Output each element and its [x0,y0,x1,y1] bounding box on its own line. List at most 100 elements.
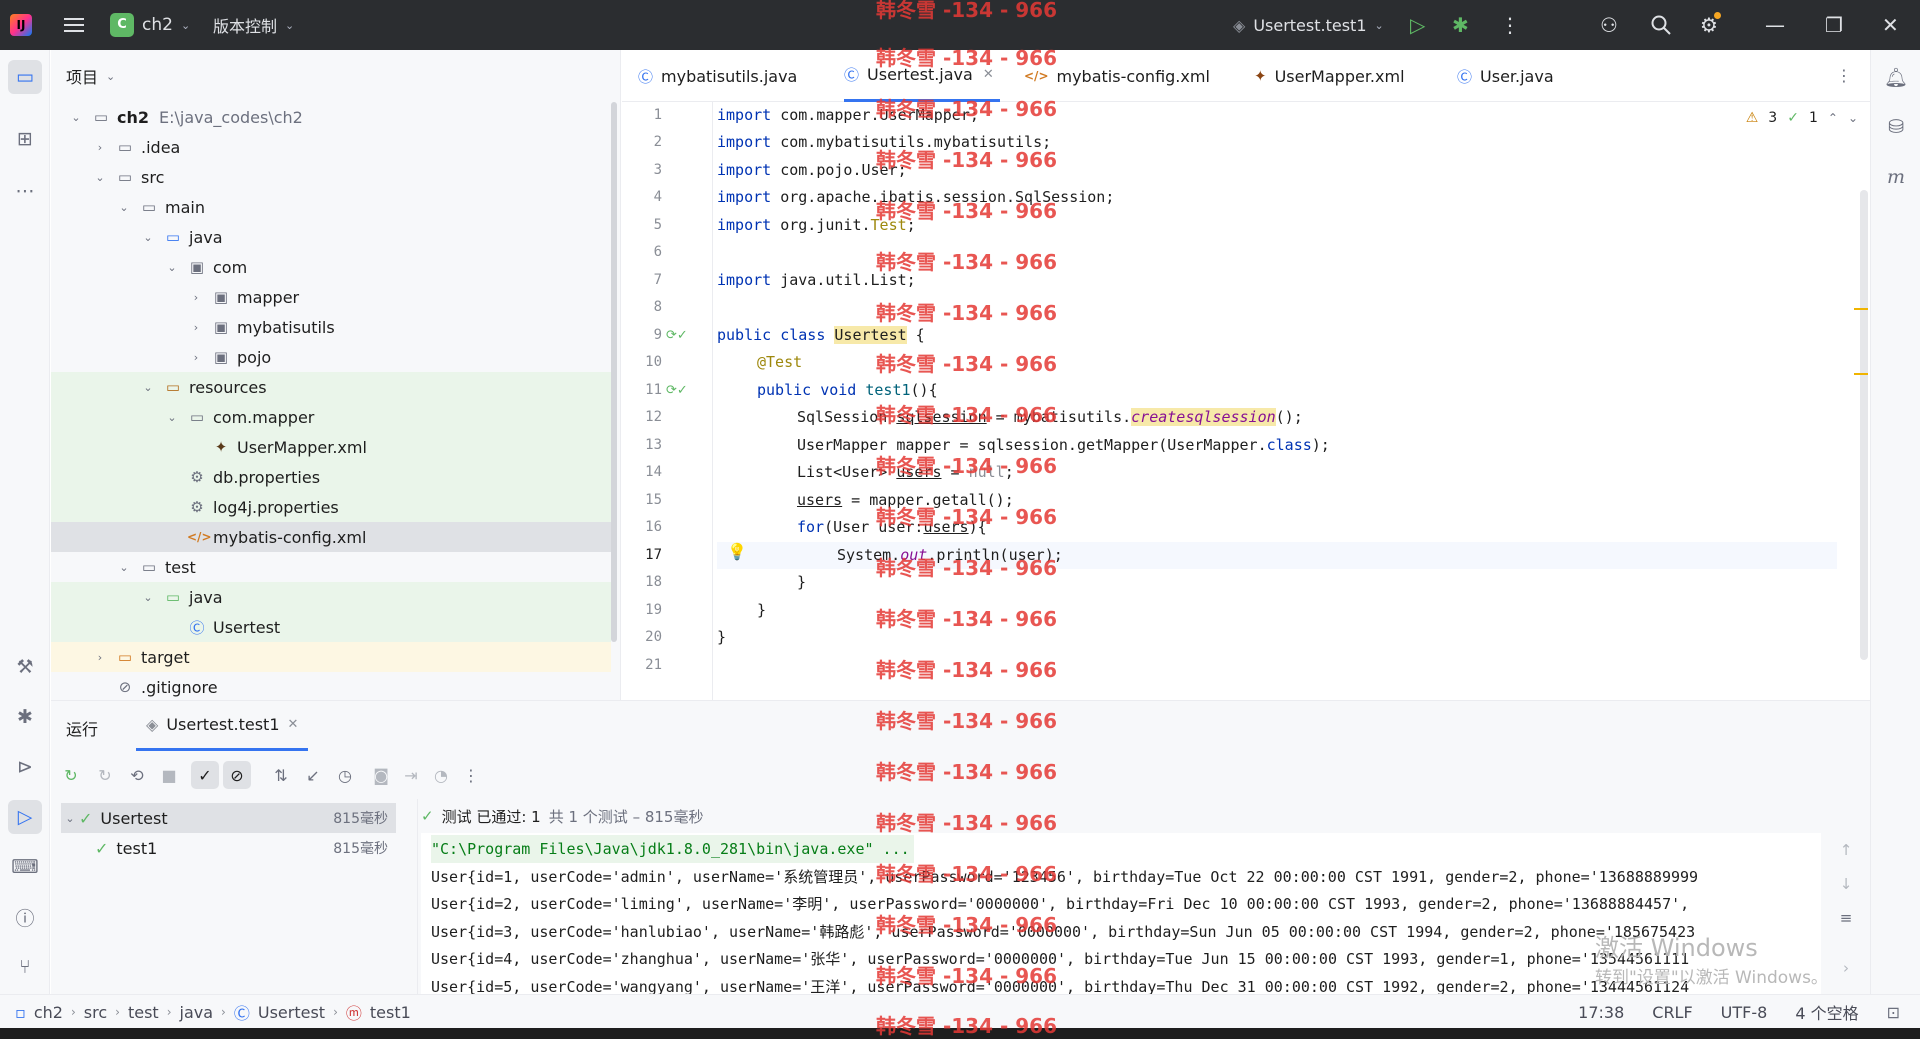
import-tests-button[interactable]: ↙ [299,761,327,789]
run-tool-button[interactable]: ▷ [8,800,42,834]
build-tool-button[interactable]: ⚒ [8,650,42,684]
breadcrumb-item[interactable]: ch2 [34,1003,63,1022]
tree-item-main[interactable]: ⌄ ▭ main [51,192,611,222]
history-button[interactable]: ◷ [331,761,359,789]
search-everywhere-button[interactable] [1650,0,1672,50]
close-tab-icon[interactable]: ✕ [288,717,299,732]
arrow-up-icon[interactable]: ↑ [1840,841,1853,859]
chevron-down-icon[interactable]: ⌄ [1848,111,1858,125]
terminal-tool-button[interactable]: ⌨ [8,850,42,884]
chevron-right-icon[interactable]: › [1843,959,1849,977]
arrow-down-icon[interactable]: ↓ [1840,875,1853,893]
tree-item-java[interactable]: ⌄ ▭ java [51,222,611,252]
problems-tool-button[interactable]: ⓘ [8,900,42,934]
tabs-menu-button[interactable]: ⋮ [1836,66,1852,85]
tree-item-src[interactable]: ⌄ ▭ src [51,162,611,192]
tree-item-resources[interactable]: ⌄ ▭ resources [51,372,611,402]
chevron-up-icon[interactable]: ⌃ [1828,111,1838,125]
project-scrollbar[interactable] [611,102,617,642]
tree-item-com[interactable]: ⌄ ▣ com [51,252,611,282]
tab-usertest-java[interactable]: Ⓒ Usertest.java ✕ [844,50,1000,102]
tab-usermapper-xml[interactable]: ✦ UserMapper.xml [1254,50,1405,102]
breadcrumb-item[interactable]: test1 [370,1003,411,1022]
breadcrumb-item[interactable]: java [180,1003,214,1022]
tree-item-gitignore[interactable]: ⊘ .gitignore [51,672,611,700]
tree-item-mybatis-config-xml[interactable]: </> mybatis-config.xml [51,522,611,552]
breadcrumb-item[interactable]: src [84,1003,107,1022]
line-separator[interactable]: CRLF [1652,1003,1692,1022]
show-passed-button[interactable]: ✓ [191,761,219,789]
console-output[interactable]: "C:\Program Files\Java\jdk1.8.0_281\bin\… [421,833,1821,995]
tree-item-test[interactable]: ⌄ ▭ test [51,552,611,582]
screenshot-button[interactable]: ◙ [367,761,395,789]
close-button[interactable]: ✕ [1882,0,1899,50]
lock-icon[interactable]: ⊡ [1887,1003,1900,1022]
tree-item-usermapper-xml[interactable]: ✦ UserMapper.xml [51,432,611,462]
breadcrumb-item[interactable]: test [128,1003,159,1022]
rerun-button[interactable]: ↻ [57,761,85,789]
tree-item-mapper[interactable]: › ▣ mapper [51,282,611,312]
project-tool-button[interactable]: ▭ [8,60,42,94]
soft-wrap-icon[interactable]: ≡ [1840,909,1853,927]
coverage-button[interactable]: ◔ [427,761,455,789]
project-panel-header[interactable]: 项目 ⌄ [51,50,621,102]
tab-mybatisutils-java[interactable]: Ⓒ mybatisutils.java [638,50,797,102]
tree-item-pojo[interactable]: › ▣ pojo [51,342,611,372]
lightbulb-icon[interactable]: 💡 [727,542,747,561]
inspection-widget[interactable]: ⚠ 3 ✓ 1 ⌃ ⌄ [1746,110,1858,126]
tree-item-usertest[interactable]: Ⓒ Usertest [51,612,611,642]
run-config-selector[interactable]: ◈ Usertest.test1 ⌄ [1233,0,1384,50]
tree-item-mybatisutils[interactable]: › ▣ mybatisutils [51,312,611,342]
tree-item-ch2[interactable]: ⌄ ▭ ch2 E:\java_codes\ch2 [51,102,611,132]
close-tab-icon[interactable]: ✕ [983,67,994,82]
debug-tool-button[interactable]: ✱ [8,700,42,734]
more-tools-button[interactable]: ⋯ [8,174,42,208]
database-tool-button[interactable]: ⛁ [1879,110,1913,144]
editor-scrollbar[interactable] [1860,190,1868,660]
splitter[interactable] [417,799,418,995]
stop-button[interactable]: ■ [155,761,183,789]
debug-button[interactable]: ✱ [1452,0,1469,50]
notifications-button[interactable]: 🔔︎ [1879,60,1913,94]
tree-item-db-properties[interactable]: ⚙ db.properties [51,462,611,492]
main-menu-button[interactable] [60,0,88,50]
git-tool-button[interactable]: ⑂ [8,950,42,984]
settings-button[interactable]: ⚙ [1700,0,1721,50]
vcs-menu[interactable]: 版本控制 ⌄ [213,0,294,50]
export-button[interactable]: ⇥ [397,761,425,789]
rerun-failed-button[interactable]: ↻ [91,761,119,789]
project-switcher[interactable]: C ch2 ⌄ [110,0,190,50]
more-options-button[interactable]: ⋮ [457,761,485,789]
services-tool-button[interactable]: ⊳ [8,750,42,784]
run-button[interactable]: ▷ [1410,0,1425,50]
code-area[interactable]: import com.mapper.UserMapper; import com… [717,102,1837,700]
indent-setting[interactable]: 4 个空格 [1795,1000,1858,1024]
caret-position[interactable]: 17:38 [1578,1003,1624,1022]
breadcrumb-item[interactable]: Usertest [258,1003,325,1022]
file-encoding[interactable]: UTF-8 [1721,1003,1768,1022]
tree-item-target[interactable]: › ▭ target [51,642,611,672]
tab-mybatis-config-xml[interactable]: </> mybatis-config.xml [1024,50,1210,102]
test-case-row[interactable]: ✓ test1 815毫秒 [61,833,396,863]
more-actions-button[interactable]: ⋮ [1500,0,1520,50]
structure-tool-button[interactable]: ⊞ [8,122,42,156]
tab-user-java[interactable]: Ⓒ User.java [1457,50,1554,102]
sort-button[interactable]: ⇅ [267,761,295,789]
tree-item-com-mapper[interactable]: ⌄ ▭ com.mapper [51,402,611,432]
tree-item-log4j-properties[interactable]: ⚙ log4j.properties [51,492,611,522]
toggle-auto-test-button[interactable]: ⟲ [123,761,151,789]
run-test-gutter-icon[interactable]: ⟳✓ [666,377,688,404]
tree-item-idea[interactable]: › ▭ .idea [51,132,611,162]
maximize-button[interactable]: ❐ [1825,0,1843,50]
tree-item-test-java[interactable]: ⌄ ▭ java [51,582,611,612]
run-test-gutter-icon[interactable]: ⟳✓ [666,322,688,349]
test-suite-row[interactable]: ⌄ ✓ Usertest 815毫秒 [61,803,396,833]
run-tab-usertest-test1[interactable]: ◈ Usertest.test1 ✕ [136,701,309,751]
warning-stripe[interactable] [1854,308,1868,310]
warning-stripe[interactable] [1854,373,1868,375]
maven-tool-button[interactable]: m [1879,160,1913,194]
show-ignored-button[interactable]: ⊘ [223,761,251,789]
minimize-button[interactable]: — [1765,0,1785,50]
code-with-me-button[interactable]: ⚇ [1600,0,1618,50]
app-logo[interactable]: IJ [10,0,40,50]
